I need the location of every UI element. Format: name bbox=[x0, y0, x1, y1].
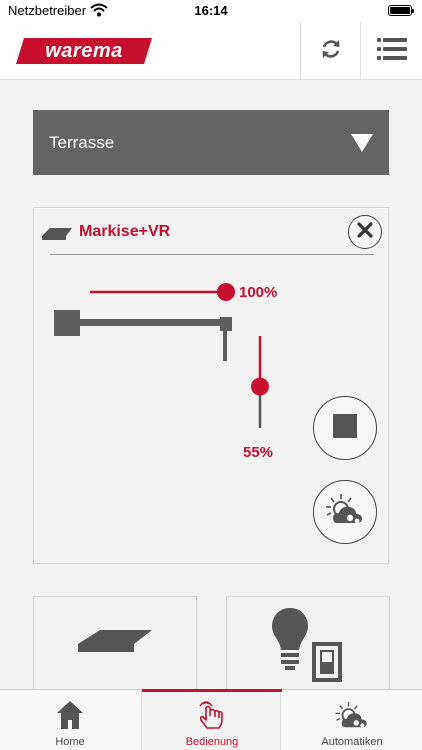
card-divider bbox=[50, 254, 374, 255]
battery-icon bbox=[388, 5, 414, 16]
refresh-button[interactable] bbox=[300, 22, 360, 80]
refresh-icon bbox=[319, 37, 343, 66]
tab-automatiken[interactable]: Automatiken bbox=[282, 690, 422, 750]
active-tab-indicator bbox=[142, 689, 282, 692]
status-bar: Netzbetreiber 16:14 bbox=[0, 0, 422, 22]
tab-bedienung-label: Bedienung bbox=[185, 736, 239, 748]
stop-button[interactable] bbox=[313, 396, 377, 460]
tab-home-label: Home bbox=[55, 736, 85, 748]
valance-slider-handle bbox=[251, 377, 269, 396]
status-time: 16:14 bbox=[194, 3, 228, 18]
app-header: warema bbox=[0, 22, 422, 80]
awning-slider-handle bbox=[217, 283, 235, 301]
close-button[interactable] bbox=[348, 215, 382, 249]
logo-text: warema bbox=[45, 40, 123, 62]
room-dropdown[interactable]: Terrasse bbox=[33, 110, 389, 175]
weather-automation-icon bbox=[282, 700, 422, 732]
valance-percent-label: 55% bbox=[243, 444, 274, 461]
tab-automatiken-label: Automatiken bbox=[321, 736, 383, 748]
tab-bar: Home Bedienung Automatiken bbox=[0, 689, 422, 750]
triangle-down-icon bbox=[351, 134, 373, 157]
menu-button[interactable] bbox=[360, 22, 422, 80]
room-dropdown-value: Terrasse bbox=[49, 133, 115, 152]
awning-icon bbox=[42, 228, 72, 247]
tab-home[interactable]: Home bbox=[0, 690, 140, 750]
close-icon bbox=[357, 221, 373, 243]
stop-icon bbox=[333, 413, 357, 443]
lightbulb-switch-icon bbox=[270, 606, 346, 687]
tab-bedienung[interactable]: Bedienung bbox=[141, 689, 282, 750]
device-card: Markise+VR 100% 55% bbox=[33, 207, 389, 564]
awning-front-bar bbox=[220, 317, 232, 331]
awning-tile[interactable] bbox=[33, 596, 197, 696]
home-icon bbox=[0, 700, 140, 732]
awning-cassette bbox=[54, 310, 80, 336]
warema-logo: warema bbox=[16, 38, 152, 64]
light-tile[interactable] bbox=[226, 596, 390, 696]
valance-drop bbox=[223, 331, 227, 361]
touch-hand-icon bbox=[142, 700, 282, 732]
automation-button[interactable] bbox=[313, 480, 377, 544]
menu-icon bbox=[376, 37, 407, 65]
awning-percent-label: 100% bbox=[239, 284, 278, 301]
device-title: Markise+VR bbox=[79, 223, 171, 240]
awning-icon bbox=[78, 629, 152, 663]
weather-automation-icon bbox=[323, 492, 367, 533]
awning-arm bbox=[80, 319, 228, 326]
